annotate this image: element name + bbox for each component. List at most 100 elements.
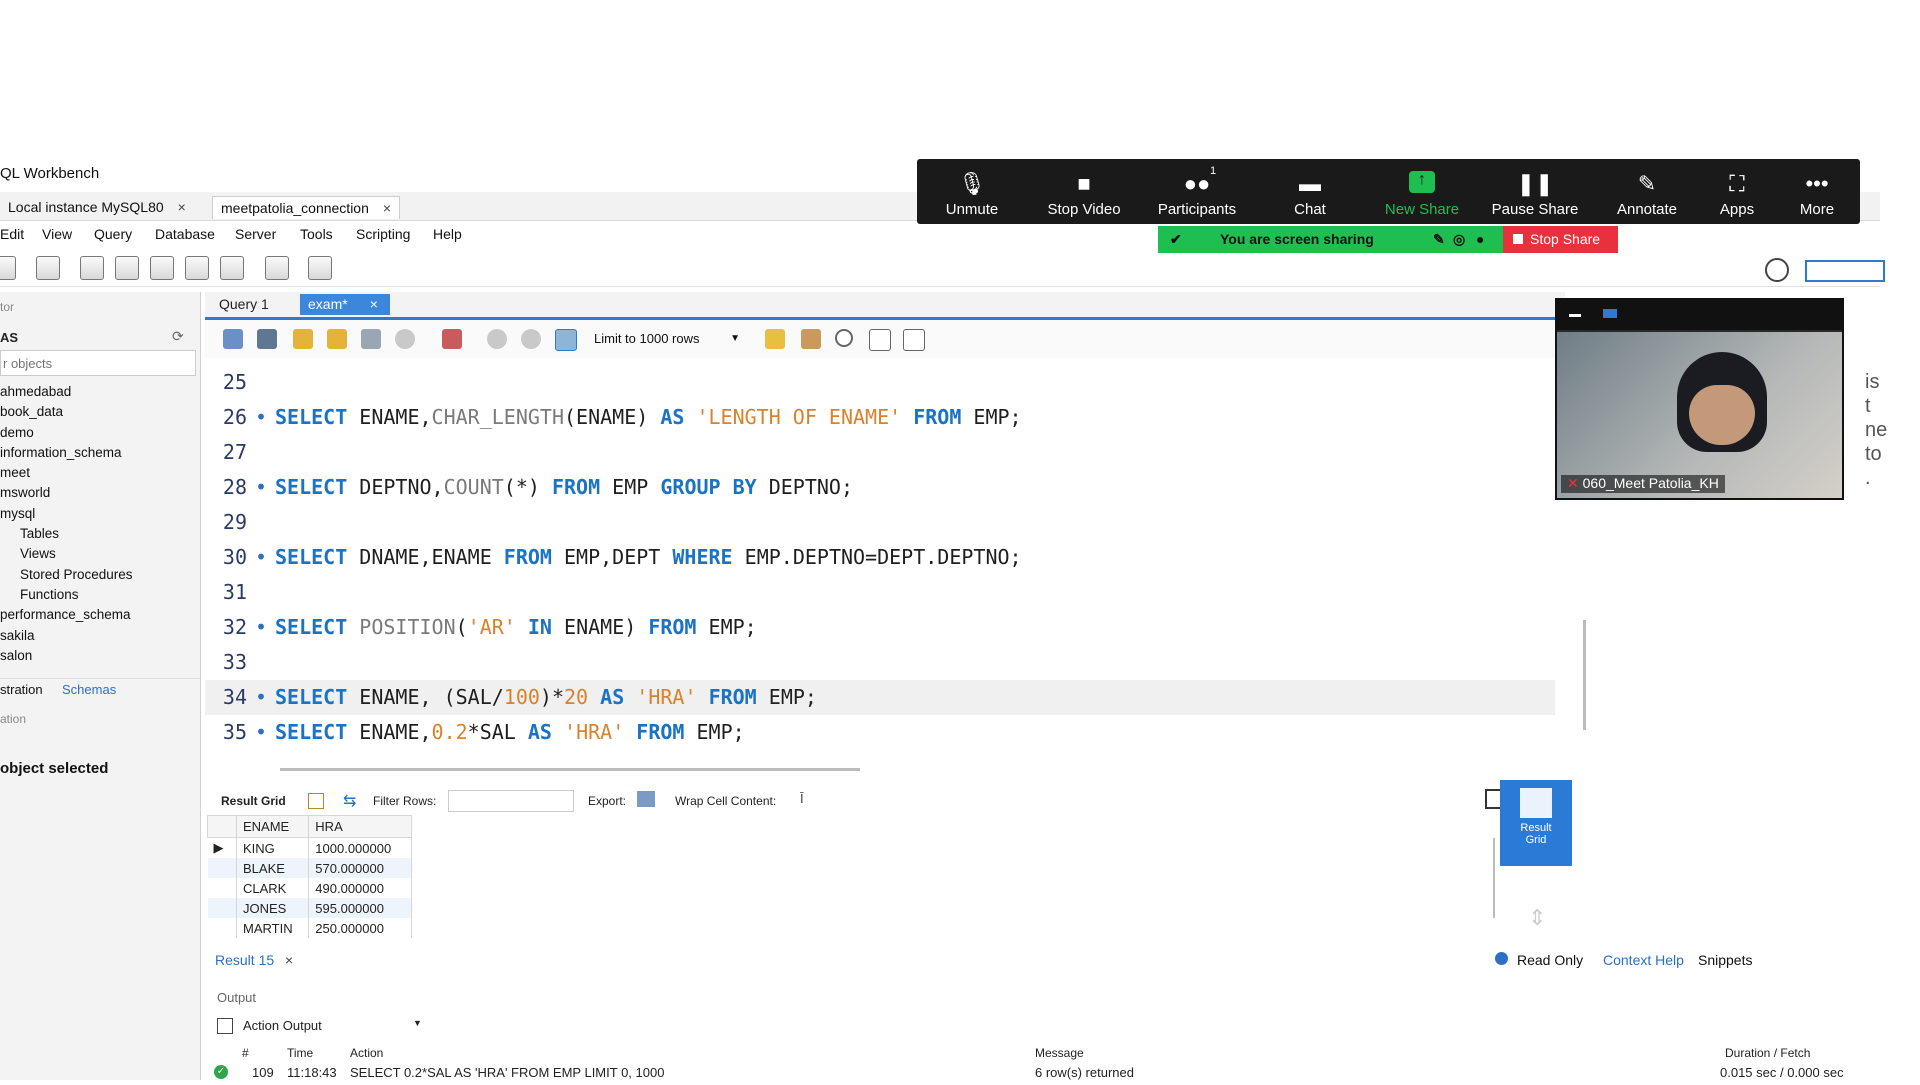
table-cell[interactable]: 570.000000 <box>308 858 412 878</box>
menu-help[interactable]: Help <box>433 226 462 242</box>
code-line[interactable]: 30 • SELECT DNAME,ENAME FROM EMP,DEPT WHER… <box>205 540 1555 575</box>
sql-editor[interactable]: 25 26 • SELECT ENAME,CHAR_LENGTH(ENAME) AS … <box>205 358 1586 771</box>
table-row[interactable]: CLARK 490.000000 <box>207 878 412 898</box>
copy-icon[interactable] <box>217 1018 233 1034</box>
bookmark-icon[interactable] <box>765 329 785 349</box>
connection-tab-meetpatolia[interactable]: meetpatolia_connection × <box>212 196 401 219</box>
close-icon[interactable]: × <box>178 199 186 215</box>
menu-tools[interactable]: Tools <box>300 226 333 242</box>
result-grid[interactable]: ENAME HRA ▶ KING 1000.000000 BLAKE 570.0000… <box>207 815 412 938</box>
search-table-data-icon[interactable] <box>265 256 289 280</box>
schema-item[interactable]: ahmedabad <box>0 382 190 402</box>
code-line[interactable]: 31 <box>205 575 1555 610</box>
schema-item[interactable]: information_schema <box>0 443 190 463</box>
table-cell[interactable]: KING <box>236 837 310 858</box>
create-function-icon[interactable] <box>220 256 244 280</box>
export-icon[interactable] <box>637 791 655 807</box>
tab-context-help[interactable]: Context Help <box>1603 952 1684 968</box>
table-cell[interactable]: BLAKE <box>236 858 310 878</box>
create-procedure-icon[interactable] <box>185 256 209 280</box>
schema-child-views[interactable]: Views <box>0 544 190 564</box>
schema-child-functions[interactable]: Functions <box>0 585 190 605</box>
new-sql-tab-icon[interactable] <box>0 256 16 280</box>
save-icon[interactable] <box>257 329 277 349</box>
menu-view[interactable]: View <box>42 226 72 242</box>
connection-tab-local[interactable]: Local instance MySQL80 × <box>0 196 194 218</box>
rollback-icon[interactable] <box>521 329 541 349</box>
menu-server[interactable]: Server <box>235 226 276 242</box>
schema-item[interactable]: performance_schema <box>0 605 190 625</box>
table-cell[interactable]: CLARK <box>236 878 310 898</box>
filter-rows-input[interactable] <box>448 790 574 812</box>
toggle-error-icon[interactable] <box>442 329 462 349</box>
filter-objects-input[interactable] <box>0 350 196 376</box>
code-line[interactable]: 33 <box>205 645 1555 680</box>
minimize-icon[interactable] <box>1569 314 1581 317</box>
menu-edit[interactable]: Edit <box>0 226 24 242</box>
participant-video[interactable]: ✕ 060_Meet Patolia_KH <box>1555 298 1844 500</box>
close-icon[interactable]: × <box>370 296 378 312</box>
column-header[interactable]: ENAME <box>235 815 310 838</box>
table-cell[interactable]: JONES <box>236 898 310 918</box>
table-row[interactable]: BLAKE 570.000000 <box>207 858 412 878</box>
schema-item[interactable]: mysql <box>0 504 190 524</box>
result-grid-side-button[interactable]: Result Grid <box>1500 780 1572 866</box>
tab-result-15[interactable]: Result 15 <box>215 952 274 968</box>
tab-schemas[interactable]: Schemas <box>62 682 116 697</box>
annotate-button[interactable]: ✎ Annotate <box>1592 159 1702 224</box>
execute-current-icon[interactable] <box>327 329 347 349</box>
table-cell[interactable]: 1000.000000 <box>308 837 412 858</box>
table-cell[interactable]: 490.000000 <box>308 878 412 898</box>
output-mode-select[interactable]: Action Output ▼ <box>243 1018 423 1033</box>
schema-item[interactable]: demo <box>0 423 190 443</box>
scroll-arrows-icon[interactable]: ⇕ <box>1528 905 1546 931</box>
schema-child-procedures[interactable]: Stored Procedures <box>0 565 190 585</box>
info-icon[interactable] <box>36 256 60 280</box>
code-line[interactable]: 29 <box>205 505 1555 540</box>
horizontal-scrollbar[interactable] <box>280 768 860 771</box>
close-icon[interactable]: × <box>383 200 391 216</box>
result-scrollbar[interactable] <box>1493 838 1495 918</box>
beautify-icon[interactable] <box>801 329 821 349</box>
column-header[interactable]: HRA <box>308 815 412 838</box>
refresh-icon[interactable]: ⇆ <box>343 791 356 811</box>
code-line[interactable]: 32 • SELECT POSITION('AR' IN ENAME) FROM E… <box>205 610 1555 645</box>
settings-icon[interactable] <box>1765 258 1789 282</box>
close-icon[interactable]: × <box>285 952 293 968</box>
new-share-button[interactable]: ↑ New Share <box>1367 159 1477 224</box>
explain-icon[interactable] <box>361 329 381 349</box>
table-cell[interactable]: 250.000000 <box>308 918 412 938</box>
code-line[interactable]: 28 • SELECT DEPTNO,COUNT(*) FROM EMP GROUP… <box>205 470 1555 505</box>
chat-button[interactable]: ▬ Chat <box>1255 159 1365 224</box>
output-row[interactable]: ✓ 109 11:18:43 SELECT 0.2*SAL AS 'HRA' F… <box>205 1065 1845 1085</box>
open-file-icon[interactable] <box>223 329 243 349</box>
code-line[interactable]: 34 • SELECT ENAME, (SAL/100)*20 AS 'HRA' F… <box>205 680 1555 715</box>
schema-item[interactable]: meet <box>0 463 190 483</box>
wrap-lines-icon[interactable] <box>903 329 925 351</box>
pause-share-button[interactable]: ❚❚ Pause Share <box>1480 159 1590 224</box>
wrap-icon[interactable]: Ī <box>800 791 804 806</box>
schema-item[interactable]: salon <box>0 646 190 666</box>
tab-snippets[interactable]: Snippets <box>1698 952 1752 968</box>
refresh-icon[interactable]: ⟳ <box>172 328 184 345</box>
stop-video-button[interactable]: ■ Stop Video <box>1029 159 1139 224</box>
tab-administration[interactable]: stration <box>0 682 43 697</box>
menu-query[interactable]: Query <box>94 226 132 242</box>
view-icon[interactable] <box>1603 309 1617 318</box>
create-view-icon[interactable] <box>150 256 174 280</box>
commit-icon[interactable] <box>487 329 507 349</box>
grid-icon[interactable] <box>308 793 324 809</box>
table-row[interactable]: ▶ KING 1000.000000 <box>207 837 412 858</box>
schema-item[interactable]: msworld <box>0 483 190 503</box>
tab-exam[interactable]: exam* × <box>300 294 390 315</box>
vertical-scrollbar[interactable] <box>1583 620 1586 730</box>
schema-item[interactable]: book_data <box>0 402 190 422</box>
schema-item[interactable]: sakila <box>0 626 190 646</box>
execute-icon[interactable] <box>293 329 313 349</box>
table-cell[interactable]: MARTIN <box>236 918 310 938</box>
layout-toggle-icon[interactable] <box>1805 260 1885 282</box>
autocommit-icon[interactable] <box>555 329 577 351</box>
table-cell[interactable]: 595.000000 <box>308 898 412 918</box>
code-line[interactable]: 26 • SELECT ENAME,CHAR_LENGTH(ENAME) AS 'L… <box>205 400 1555 435</box>
code-line[interactable]: 25 <box>205 365 1555 400</box>
